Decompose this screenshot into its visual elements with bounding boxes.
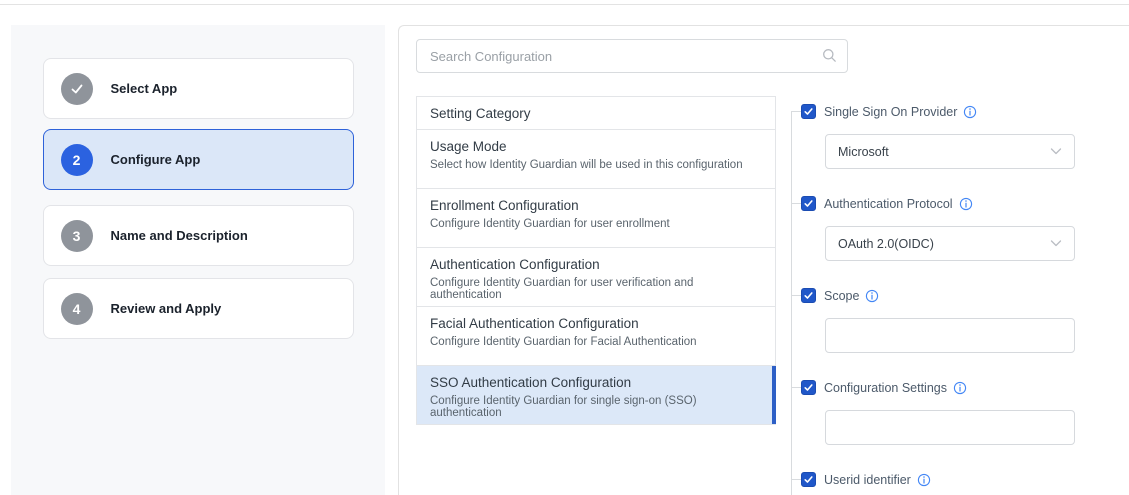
setting-field: Configuration Settings (791, 380, 1129, 445)
step-number: 3 (73, 228, 81, 244)
step-number: 2 (73, 152, 81, 168)
setting-category-item[interactable]: Enrollment Configuration Configure Ident… (417, 189, 775, 248)
stepper-step[interactable]: 3 Name and Description (43, 205, 354, 266)
field-checkbox[interactable] (801, 380, 816, 395)
setting-category-item[interactable]: Authentication Configuration Configure I… (417, 248, 775, 307)
step-number: 4 (73, 301, 81, 317)
configuration-card: Setting Category Usage Mode Select how I… (398, 25, 1129, 495)
step-label: Configure App (111, 152, 201, 167)
field-checkbox-row: Scope (801, 288, 1129, 303)
search-input[interactable] (416, 39, 848, 73)
info-icon[interactable] (963, 105, 977, 119)
stepper-step[interactable]: 2 Configure App (43, 129, 354, 190)
field-control[interactable] (825, 318, 1075, 353)
field-control[interactable]: OAuth 2.0(OIDC) (825, 226, 1075, 261)
stepper-step[interactable]: Select App (43, 58, 354, 119)
field-checkbox-row: Configuration Settings (801, 380, 1129, 395)
field-checkbox-row: Single Sign On Provider (801, 104, 1129, 119)
field-label: Userid identifier (824, 473, 911, 487)
category-description: Configure Identity Guardian for user enr… (430, 218, 765, 230)
category-description: Configure Identity Guardian for single s… (430, 395, 765, 419)
search-field-wrap (416, 39, 848, 73)
stepper-step[interactable]: 4 Review and Apply (43, 278, 354, 339)
setting-category-item[interactable]: Usage Mode Select how Identity Guardian … (417, 130, 775, 189)
setting-field: Scope (791, 288, 1129, 353)
category-title: SSO Authentication Configuration (430, 375, 765, 390)
field-label: Authentication Protocol (824, 197, 953, 211)
step-number-circle (61, 73, 93, 105)
info-icon[interactable] (917, 473, 931, 487)
step-label: Name and Description (111, 228, 248, 243)
field-checkbox-row: Authentication Protocol (801, 196, 1129, 211)
step-number-circle: 3 (61, 220, 93, 252)
sso-settings-panel: Single Sign On Provider Microsoft (791, 26, 1129, 495)
check-icon (69, 81, 85, 97)
stepper-panel: Select App 2 Configure App 3 Name and De… (11, 25, 385, 495)
checkbox-check-icon (803, 290, 814, 301)
category-title: Facial Authentication Configuration (430, 316, 765, 331)
field-control[interactable] (825, 410, 1075, 445)
field-checkbox[interactable] (801, 196, 816, 211)
field-value: OAuth 2.0(OIDC) (838, 237, 1050, 251)
category-description: Configure Identity Guardian for Facial A… (430, 336, 765, 348)
field-label: Single Sign On Provider (824, 105, 957, 119)
category-title: Enrollment Configuration (430, 198, 765, 213)
top-divider (0, 4, 1129, 5)
info-icon[interactable] (959, 197, 973, 211)
field-label: Scope (824, 289, 859, 303)
chevron-down-icon (1050, 240, 1062, 247)
checkbox-check-icon (803, 106, 814, 117)
field-checkbox[interactable] (801, 288, 816, 303)
field-checkbox-row: Userid identifier (801, 472, 1129, 487)
chevron-down-icon (1050, 148, 1062, 155)
info-icon[interactable] (953, 381, 967, 395)
setting-category-list: Usage Mode Select how Identity Guardian … (417, 130, 775, 425)
step-number-circle: 2 (61, 144, 93, 176)
info-icon[interactable] (865, 289, 879, 303)
field-control[interactable]: Microsoft (825, 134, 1075, 169)
step-number-circle: 4 (61, 293, 93, 325)
setting-category-header: Setting Category (417, 97, 775, 130)
setting-category-table: Setting Category Usage Mode Select how I… (416, 96, 776, 425)
setting-field: Single Sign On Provider Microsoft (791, 104, 1129, 169)
category-description: Select how Identity Guardian will be use… (430, 159, 765, 171)
field-checkbox[interactable] (801, 104, 816, 119)
setting-category-item[interactable]: SSO Authentication Configuration Configu… (417, 366, 775, 425)
step-label: Review and Apply (111, 301, 222, 316)
field-checkbox[interactable] (801, 472, 816, 487)
category-title: Usage Mode (430, 139, 765, 154)
setting-field: Authentication Protocol OAuth 2.0(OIDC) (791, 196, 1129, 261)
checkbox-check-icon (803, 198, 814, 209)
checkbox-check-icon (803, 474, 814, 485)
step-label: Select App (111, 81, 178, 96)
checkbox-check-icon (803, 382, 814, 393)
field-value: Microsoft (838, 145, 1050, 159)
setting-category-item[interactable]: Facial Authentication Configuration Conf… (417, 307, 775, 366)
field-label: Configuration Settings (824, 381, 947, 395)
setting-field: Userid identifier (791, 472, 1129, 487)
category-title: Authentication Configuration (430, 257, 765, 272)
category-description: Configure Identity Guardian for user ver… (430, 277, 765, 301)
